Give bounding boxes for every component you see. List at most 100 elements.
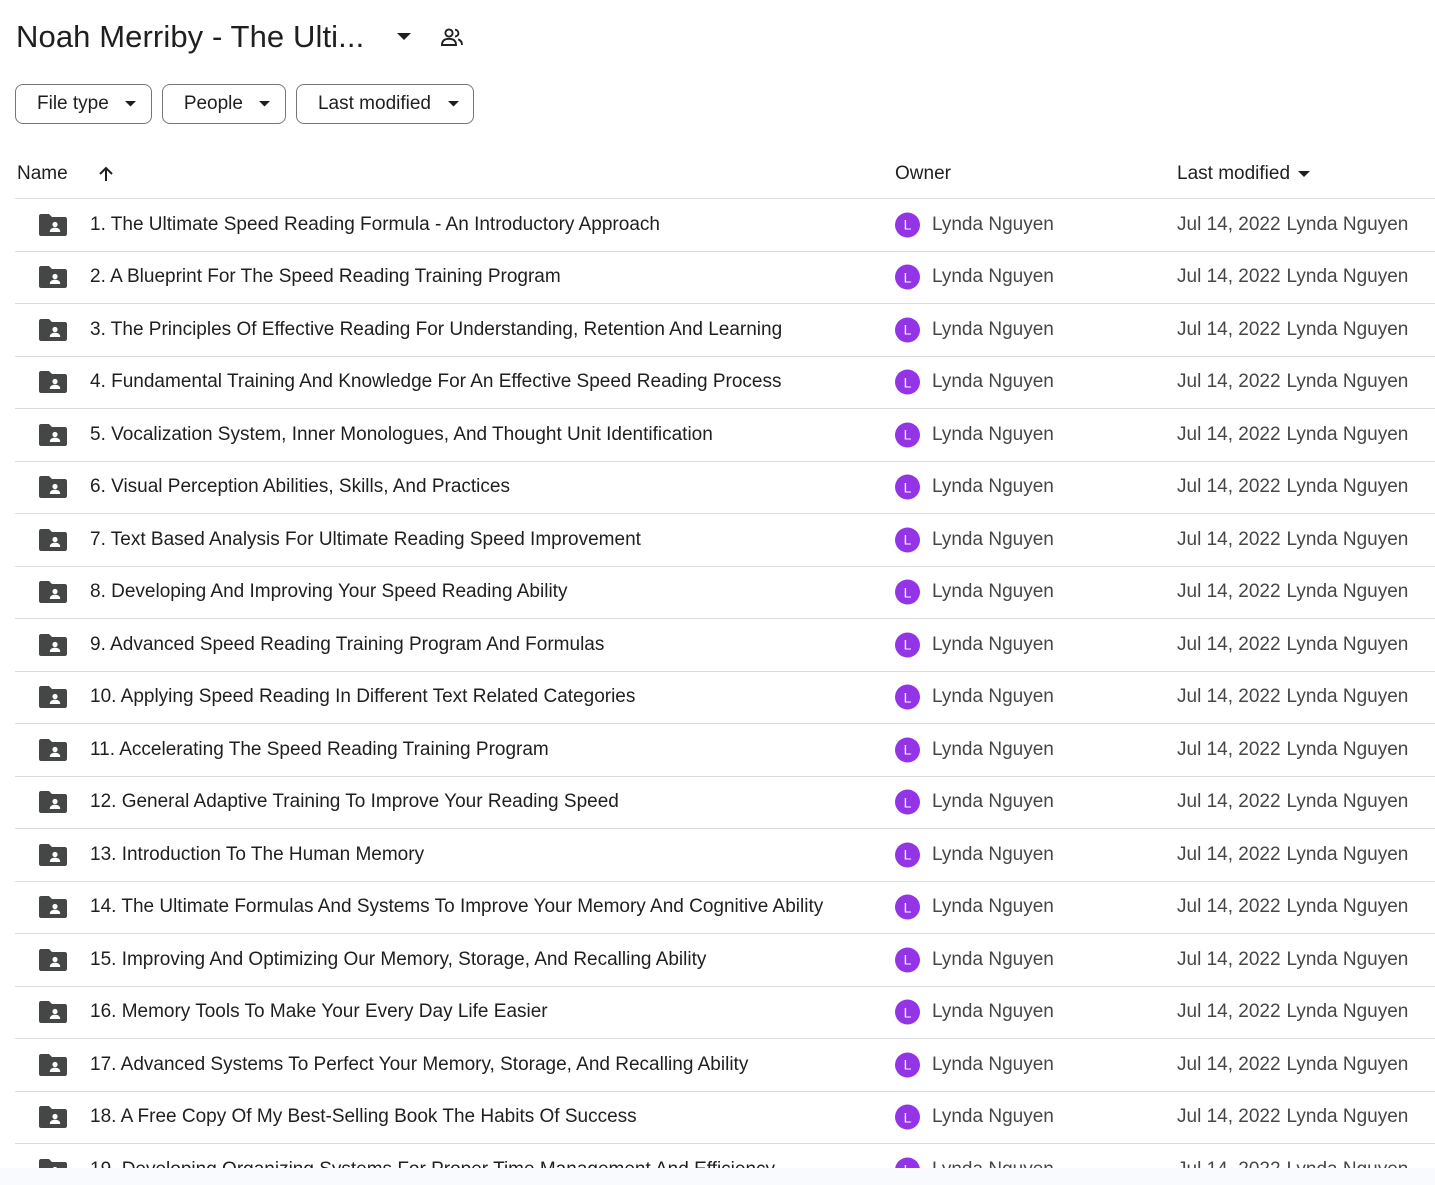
people-filter[interactable]: People xyxy=(161,84,286,124)
file-type-filter[interactable]: File type xyxy=(15,84,152,124)
shared-folder-icon xyxy=(39,843,67,866)
last-modified-filter[interactable]: Last modified xyxy=(295,84,474,124)
owner-avatar: L xyxy=(895,947,920,973)
file-list: 1. The Ultimate Speed Reading Formula - … xyxy=(15,199,1435,1185)
file-name[interactable]: 8. Developing And Improving Your Speed R… xyxy=(90,581,567,603)
modified-by: Lynda Nguyen xyxy=(1286,318,1409,340)
owner-avatar: L xyxy=(895,579,920,605)
file-name[interactable]: 17. Advanced Systems To Perfect Your Mem… xyxy=(90,1054,748,1076)
file-type-filter-label: File type xyxy=(37,93,109,114)
table-row[interactable]: 13. Introduction To The Human Memory L Lyn… xyxy=(15,829,1435,882)
table-row[interactable]: 6. Visual Perception Abilities, Skills, … xyxy=(15,462,1435,514)
file-name[interactable]: 2. A Blueprint For The Speed Reading Tra… xyxy=(90,266,561,288)
folder-title[interactable]: Noah Merriby - The Ulti... xyxy=(16,19,364,55)
file-name[interactable]: 13. Introduction To The Human Memory xyxy=(90,844,424,866)
owner-name: Lynda Nguyen xyxy=(932,948,1054,970)
bottom-edge xyxy=(0,1168,1435,1185)
table-row[interactable]: 8. Developing And Improving Your Speed R… xyxy=(15,567,1435,619)
file-name[interactable]: 5. Vocalization System, Inner Monologues… xyxy=(90,424,713,446)
file-name[interactable]: 12. General Adaptive Training To Improve… xyxy=(90,791,619,813)
table-row[interactable]: 15. Improving And Optimizing Our Memory,… xyxy=(15,934,1435,987)
name-column-header[interactable]: Name xyxy=(17,152,68,196)
table-row[interactable]: 11. Accelerating The Speed Reading Train… xyxy=(15,724,1435,777)
owner-name: Lynda Nguyen xyxy=(932,581,1054,603)
table-row[interactable]: 17. Advanced Systems To Perfect Your Mem… xyxy=(15,1039,1435,1092)
table-row[interactable]: 7. Text Based Analysis For Ultimate Read… xyxy=(15,514,1435,567)
modified-date: Jul 14, 2022 xyxy=(1177,843,1281,865)
modified-date: Jul 14, 2022 xyxy=(1177,528,1281,550)
chevron-down-icon xyxy=(447,98,459,110)
shared-folder-icon xyxy=(39,686,67,709)
shared-people-icon[interactable] xyxy=(438,23,466,51)
modified-date: Jul 14, 2022 xyxy=(1177,581,1281,603)
file-name[interactable]: 16. Memory Tools To Make Your Every Day … xyxy=(90,1001,548,1023)
drive-folder-view: Noah Merriby - The Ulti... File type Peo… xyxy=(0,0,1435,1185)
table-row[interactable]: 5. Vocalization System, Inner Monologues… xyxy=(15,409,1435,462)
owner-name: Lynda Nguyen xyxy=(932,528,1054,550)
owner-column-header[interactable]: Owner xyxy=(895,152,951,196)
shared-folder-icon xyxy=(39,213,67,236)
file-name[interactable]: 11. Accelerating The Speed Reading Train… xyxy=(90,739,549,761)
sort-ascending-arrow-icon[interactable] xyxy=(94,152,118,196)
last-modified-column-label: Last modified xyxy=(1177,163,1291,184)
modified-date: Jul 14, 2022 xyxy=(1177,423,1281,445)
last-modified-cell: Jul 14, 2022Lynda Nguyen xyxy=(1177,1054,1408,1076)
file-name[interactable]: 9. Advanced Speed Reading Training Progr… xyxy=(90,634,604,656)
last-modified-cell: Jul 14, 2022Lynda Nguyen xyxy=(1177,476,1408,498)
last-modified-cell: Jul 14, 2022Lynda Nguyen xyxy=(1177,896,1408,918)
last-modified-cell: Jul 14, 2022Lynda Nguyen xyxy=(1177,266,1408,288)
modified-by: Lynda Nguyen xyxy=(1286,791,1409,813)
modified-by: Lynda Nguyen xyxy=(1286,686,1409,708)
file-name[interactable]: 1. The Ultimate Speed Reading Formula - … xyxy=(90,214,660,236)
shared-folder-icon xyxy=(39,318,67,341)
table-row[interactable]: 14. The Ultimate Formulas And Systems To… xyxy=(15,882,1435,934)
shared-folder-icon xyxy=(39,633,67,656)
file-name[interactable]: 3. The Principles Of Effective Reading F… xyxy=(90,319,782,341)
last-modified-filter-label: Last modified xyxy=(317,93,431,114)
file-name[interactable]: 14. The Ultimate Formulas And Systems To… xyxy=(90,896,823,918)
table-row[interactable]: 9. Advanced Speed Reading Training Progr… xyxy=(15,619,1435,672)
owner-name: Lynda Nguyen xyxy=(932,791,1054,813)
owner-name: Lynda Nguyen xyxy=(932,371,1054,393)
table-row[interactable]: 18. A Free Copy Of My Best-Selling Book … xyxy=(15,1092,1435,1144)
owner-name: Lynda Nguyen xyxy=(932,686,1054,708)
owner-avatar: L xyxy=(895,1104,920,1130)
modified-date: Jul 14, 2022 xyxy=(1177,1106,1281,1128)
modified-date: Jul 14, 2022 xyxy=(1177,476,1281,498)
table-row[interactable]: 4. Fundamental Training And Knowledge Fo… xyxy=(15,357,1435,409)
shared-folder-icon xyxy=(39,896,67,919)
table-row[interactable]: 12. General Adaptive Training To Improve… xyxy=(15,777,1435,829)
modified-date: Jul 14, 2022 xyxy=(1177,896,1281,918)
owner-avatar: L xyxy=(895,684,920,710)
file-name[interactable]: 4. Fundamental Training And Knowledge Fo… xyxy=(90,371,781,393)
owner-name: Lynda Nguyen xyxy=(932,896,1054,918)
owner-name: Lynda Nguyen xyxy=(932,1053,1054,1075)
last-modified-column-header[interactable]: Last modified xyxy=(1177,152,1311,196)
modified-date: Jul 14, 2022 xyxy=(1177,1001,1281,1023)
modified-by: Lynda Nguyen xyxy=(1286,633,1409,655)
table-row[interactable]: 2. A Blueprint For The Speed Reading Tra… xyxy=(15,252,1435,304)
owner-avatar: L xyxy=(895,474,920,500)
modified-by: Lynda Nguyen xyxy=(1286,1106,1409,1128)
table-row[interactable]: 10. Applying Speed Reading In Different … xyxy=(15,672,1435,724)
table-row[interactable]: 3. The Principles Of Effective Reading F… xyxy=(15,304,1435,357)
table-row[interactable]: 16. Memory Tools To Make Your Every Day … xyxy=(15,987,1435,1039)
owner-avatar: L xyxy=(895,894,920,920)
file-name[interactable]: 15. Improving And Optimizing Our Memory,… xyxy=(90,949,706,971)
owner-avatar: L xyxy=(895,317,920,343)
table-row[interactable]: 1. The Ultimate Speed Reading Formula - … xyxy=(15,199,1435,252)
arrow-drop-down-icon[interactable] xyxy=(392,25,416,49)
last-modified-cell: Jul 14, 2022Lynda Nguyen xyxy=(1177,634,1408,656)
owner-avatar: L xyxy=(895,1052,920,1078)
shared-folder-icon xyxy=(39,371,67,394)
shared-folder-icon xyxy=(39,528,67,551)
chevron-down-icon xyxy=(125,98,137,110)
owner-avatar: L xyxy=(895,842,920,868)
file-name[interactable]: 10. Applying Speed Reading In Different … xyxy=(90,686,635,708)
file-name[interactable]: 7. Text Based Analysis For Ultimate Read… xyxy=(90,529,641,551)
file-name[interactable]: 6. Visual Perception Abilities, Skills, … xyxy=(90,476,510,498)
owner-name: Lynda Nguyen xyxy=(932,738,1054,760)
last-modified-cell: Jul 14, 2022Lynda Nguyen xyxy=(1177,1001,1408,1023)
file-name[interactable]: 18. A Free Copy Of My Best-Selling Book … xyxy=(90,1106,637,1128)
modified-by: Lynda Nguyen xyxy=(1286,371,1409,393)
